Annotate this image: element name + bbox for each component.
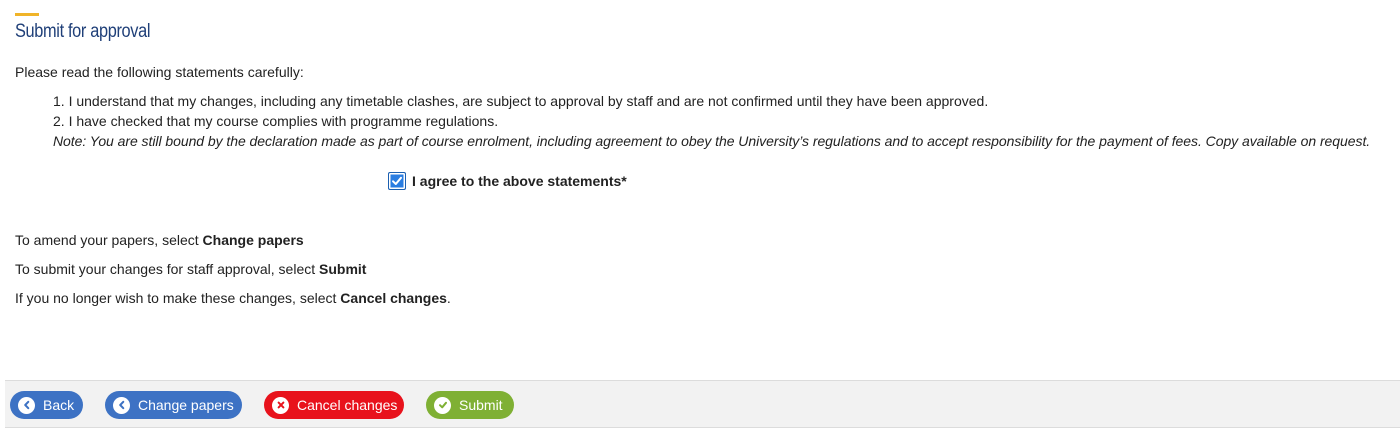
agree-checkbox-control[interactable]: I agree to the above statements* [388,172,627,190]
instruction-submit-text: To submit your changes for staff approva… [15,261,320,277]
cancel-changes-button[interactable]: Cancel changes [264,391,404,419]
submit-button[interactable]: Submit [426,391,514,419]
change-papers-button[interactable]: Change papers [105,391,242,419]
footer-action-bar: Back Change papers Cancel changes Submit [5,380,1400,428]
instruction-cancel: If you no longer wish to make these chan… [15,289,451,318]
instruction-cancel-text: If you no longer wish to make these chan… [15,290,341,306]
back-button-label: Back [43,397,75,413]
page-title: Submit for approval [15,21,151,42]
instruction-cancel-suffix: . [446,290,451,306]
intro-text: Please read the following statements car… [15,64,304,80]
agree-label: I agree to the above statements* [412,173,627,189]
change-papers-button-label: Change papers [138,397,234,413]
agree-checkbox[interactable] [388,172,406,190]
submit-button-label: Submit [459,397,503,413]
instruction-cancel-action: Cancel changes [340,290,447,306]
chevron-left-icon [113,396,130,414]
chevron-left-icon [18,396,35,414]
submit-for-approval-page: Submit for approval Please read the foll… [0,0,1400,434]
statement-note: Note: You are still bound by the declara… [53,133,1371,149]
statement-item-1: 1. I understand that my changes, includi… [53,93,989,109]
back-button[interactable]: Back [10,391,83,419]
statement-item-2: 2. I have checked that my course complie… [53,113,499,129]
instruction-amend-text: To amend your papers, select [15,232,203,248]
statements-list: 1. I understand that my changes, includi… [53,91,1370,151]
instruction-amend-action: Change papers [202,232,304,248]
title-accent-bar [15,13,39,16]
checkmark-icon [392,176,402,185]
instructions: To amend your papers, select Change pape… [15,231,451,318]
x-circle-icon [272,396,289,414]
instruction-amend: To amend your papers, select Change pape… [15,231,451,260]
check-circle-icon [434,396,451,414]
cancel-changes-button-label: Cancel changes [297,397,398,413]
instruction-submit: To submit your changes for staff approva… [15,260,451,289]
instruction-submit-action: Submit [319,261,367,277]
